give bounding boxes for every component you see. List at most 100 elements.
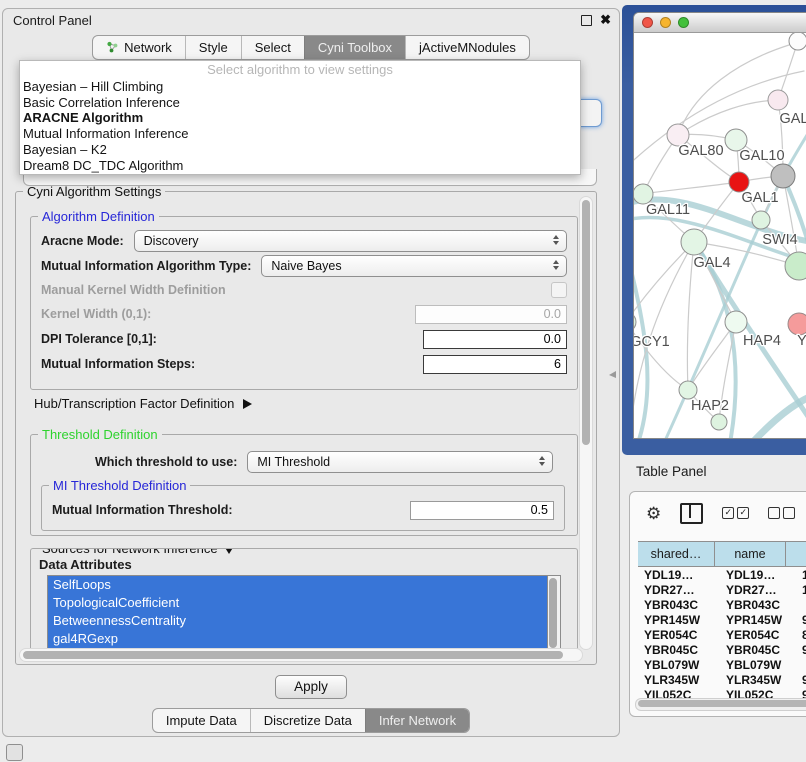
table-cell[interactable]: YER054C [720, 627, 796, 642]
table-cell[interactable]: YDR27… [638, 582, 720, 597]
network-edge[interactable] [752, 393, 806, 438]
table-cell[interactable]: YLR345W [720, 672, 796, 687]
split-columns-icon[interactable] [680, 503, 703, 524]
mac-minimize-button[interactable] [660, 17, 671, 28]
table-cell[interactable]: YER054C [638, 627, 720, 642]
network-edge[interactable] [694, 242, 736, 322]
attribute-item-selfloops[interactable]: SelfLoops [48, 576, 548, 594]
network-edge[interactable] [678, 45, 789, 135]
table-row[interactable]: YDR27…YDR27…12 [638, 582, 806, 597]
table-row[interactable]: YBR043CYBR043C [638, 597, 806, 612]
dpi-tolerance-input[interactable] [423, 330, 567, 349]
algorithm-option-mutual-information-inference[interactable]: Mutual Information Inference [20, 126, 580, 142]
mi-threshold-input[interactable] [410, 501, 554, 520]
focused-combo-fragment[interactable] [579, 99, 602, 127]
mac-close-button[interactable] [642, 17, 653, 28]
network-node-hap4[interactable] [725, 311, 747, 333]
float-window-icon[interactable] [581, 15, 592, 26]
table-cell[interactable]: YBR043C [720, 597, 796, 612]
algorithm-option-bayesian-hill-climbing[interactable]: Bayesian – Hill Climbing [20, 79, 580, 95]
attribute-item-gal4rgexp[interactable]: gal4RGexp [48, 630, 548, 648]
network-node-y[interactable] [788, 313, 806, 335]
network-node[interactable] [729, 172, 749, 192]
mac-zoom-button[interactable] [678, 17, 689, 28]
table-cell[interactable]: YBR045C [638, 642, 720, 657]
table-cell[interactable]: 13 [796, 567, 806, 582]
gear-icon[interactable]: ⚙ [646, 505, 661, 522]
which-threshold-select[interactable]: MI Threshold [247, 451, 553, 473]
column-header-name[interactable]: name [715, 542, 786, 566]
node-label-gal10: GAL10 [739, 148, 784, 164]
table-cell[interactable]: 9. [796, 672, 806, 687]
table-cell[interactable] [796, 597, 806, 612]
apply-button[interactable]: Apply [275, 675, 347, 699]
mi-steps-input[interactable] [423, 355, 567, 374]
attribute-item-topologicalcoefficient[interactable]: TopologicalCoefficient [48, 594, 548, 612]
table-cell[interactable]: YLR345W [638, 672, 720, 687]
hub-definition-expander[interactable]: Hub/Transcription Factor Definition [34, 396, 252, 411]
list-scrollbar[interactable] [547, 575, 561, 655]
table-row[interactable]: YLR345WYLR345W9. [638, 672, 806, 687]
network-edge[interactable] [678, 100, 778, 135]
table-horizontal-scrollbar[interactable] [635, 698, 806, 711]
network-edge[interactable] [643, 182, 739, 194]
close-icon[interactable]: ✖ [600, 12, 611, 28]
network-edge[interactable] [634, 242, 694, 322]
network-node-gal[interactable] [768, 90, 788, 110]
tab-discretize-data[interactable]: Discretize Data [250, 709, 365, 732]
network-node-hap2[interactable] [679, 381, 697, 399]
kernel-width-input[interactable] [415, 305, 567, 324]
table-row[interactable]: YPR145WYPR145W9. [638, 612, 806, 627]
deselect-all-checkboxes-icon[interactable] [768, 507, 795, 519]
network-node-gal11[interactable] [634, 184, 653, 204]
network-node-gal4[interactable] [681, 229, 707, 255]
table-row[interactable]: YBL079WYBL079W [638, 657, 806, 672]
column-header-3[interactable] [786, 542, 806, 566]
table-cell[interactable]: YBR043C [638, 597, 720, 612]
algorithm-option-dream8-dc-tdc-algorithm[interactable]: Dream8 DC_TDC Algorithm [20, 158, 580, 174]
settings-vertical-scrollbar[interactable] [579, 196, 593, 650]
table-cell[interactable]: 8. [796, 627, 806, 642]
table-cell[interactable]: YPR145W [638, 612, 720, 627]
docked-panel-icon[interactable] [6, 744, 23, 761]
algorithm-option-aracne-algorithm[interactable]: ARACNE Algorithm [20, 110, 580, 126]
network-node[interactable] [771, 164, 795, 188]
algorithm-option-basic-correlation-inference[interactable]: Basic Correlation Inference [20, 95, 580, 111]
table-cell[interactable] [796, 657, 806, 672]
network-canvas[interactable]: GALGAL80GAL10GAL11GAL1SWI4GAL4GCY1HAP4YH… [634, 33, 806, 438]
tab-style[interactable]: Style [185, 36, 241, 59]
tab-cyni-toolbox[interactable]: Cyni Toolbox [304, 36, 405, 59]
aracne-mode-select[interactable]: Discovery [134, 230, 567, 252]
mi-algorithm-type-select[interactable]: Naive Bayes [261, 255, 567, 277]
table-row[interactable]: YBR045CYBR045C9. [638, 642, 806, 657]
network-node[interactable] [789, 33, 806, 50]
table-cell[interactable]: 12 [796, 582, 806, 597]
table-cell[interactable]: YPR145W [720, 612, 796, 627]
table-cell[interactable]: YDL19… [720, 567, 796, 582]
network-node[interactable] [711, 414, 727, 430]
tab-infer-network[interactable]: Infer Network [365, 709, 469, 732]
tab-network[interactable]: Network [93, 36, 185, 59]
table-cell[interactable]: YDL19… [638, 567, 720, 582]
select-all-checkboxes-icon[interactable]: ✓✓ [722, 507, 749, 519]
settings-horizontal-scrollbar[interactable] [19, 648, 583, 662]
table-cell[interactable]: YBR045C [720, 642, 796, 657]
network-node-gcy1[interactable] [634, 312, 636, 332]
table-row[interactable]: YDL19…YDL19…13 [638, 567, 806, 582]
table-cell[interactable]: YBL079W [638, 657, 720, 672]
column-header-shared[interactable]: shared… [638, 542, 715, 566]
table-cell[interactable]: YDR27… [720, 582, 796, 597]
tab-select[interactable]: Select [241, 36, 304, 59]
tab-impute-data[interactable]: Impute Data [153, 709, 250, 732]
table-cell[interactable]: YBL079W [720, 657, 796, 672]
table-cell[interactable]: 9. [796, 642, 806, 657]
table-row[interactable]: YER054CYER054C8. [638, 627, 806, 642]
tab-jactivemnodules[interactable]: jActiveMNodules [405, 36, 529, 59]
tab-label: Network [124, 40, 172, 55]
table-cell[interactable]: 9. [796, 612, 806, 627]
network-node-gal1[interactable] [752, 211, 770, 229]
manual-kernel-checkbox[interactable] [551, 282, 567, 298]
algorithm-option-bayesian-k2[interactable]: Bayesian – K2 [20, 142, 580, 158]
attribute-item-betweennesscentrality[interactable]: BetweennessCentrality [48, 612, 548, 630]
data-attributes-list[interactable]: SelfLoopsTopologicalCoefficientBetweenne… [47, 575, 548, 655]
